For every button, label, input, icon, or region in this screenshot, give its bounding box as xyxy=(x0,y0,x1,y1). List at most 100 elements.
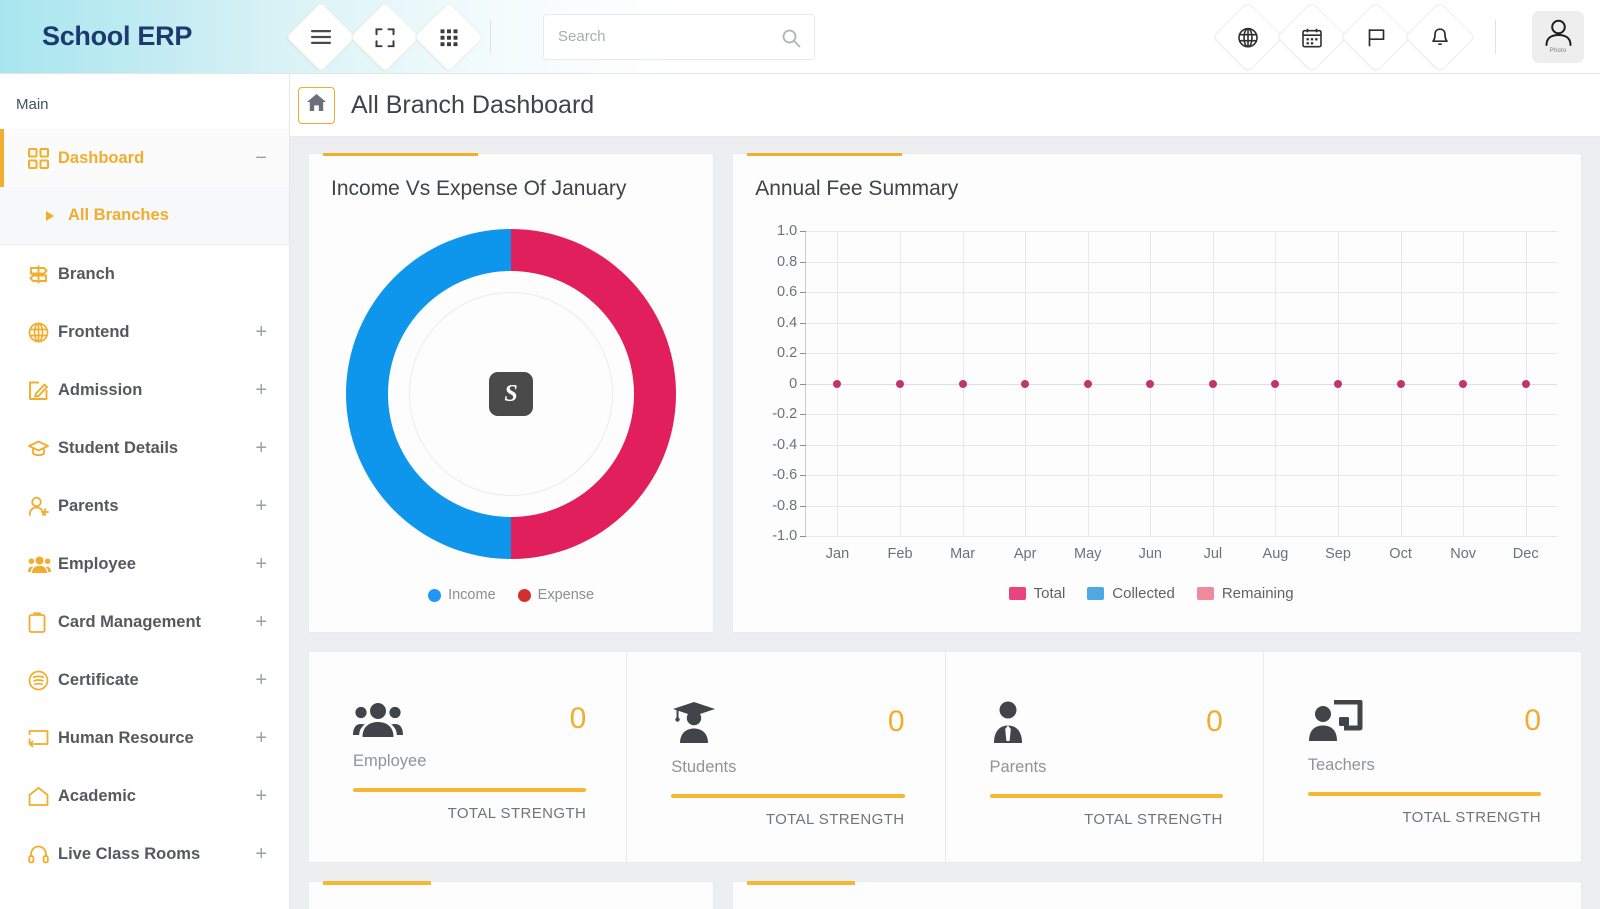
data-point[interactable] xyxy=(833,379,842,388)
sidebar-item-frontend[interactable]: Frontend + xyxy=(0,303,289,361)
sidebar-item-label: Student Details xyxy=(58,438,179,457)
data-point[interactable] xyxy=(1146,379,1155,388)
data-point[interactable] xyxy=(958,379,967,388)
avatar[interactable]: Photo xyxy=(1532,10,1584,63)
sidebar-item-human-resource[interactable]: Human Resource + xyxy=(0,709,289,767)
next-card-left[interactable] xyxy=(308,881,715,909)
sidebar-item-employee[interactable]: Employee + xyxy=(0,535,289,593)
stat-value: 0 xyxy=(887,705,905,738)
fullscreen-button[interactable] xyxy=(349,1,421,72)
data-point[interactable] xyxy=(1521,379,1530,388)
data-point[interactable] xyxy=(1021,379,1030,388)
top-header: School ERP Search Photo xyxy=(0,0,1600,74)
annual-fee-summary-card: Annual Fee Summary 1.0 0.8 0.6 0.4 0.2 0 -0.2 -… xyxy=(732,153,1582,633)
y-axis-tick-label: -1.0 xyxy=(772,528,807,544)
data-point[interactable] xyxy=(1271,379,1280,388)
collapse-toggle-icon[interactable]: + xyxy=(255,670,267,690)
flag-button[interactable] xyxy=(1340,1,1412,72)
legend-label: Remaining xyxy=(1221,585,1294,602)
sidebar-item-admission[interactable]: Admission + xyxy=(0,361,289,419)
data-point[interactable] xyxy=(1459,379,1468,388)
search-input[interactable] xyxy=(544,14,814,59)
sidebar-item-card-management[interactable]: Card Management + xyxy=(0,593,289,651)
legend-item-expense[interactable]: Expense xyxy=(517,587,594,603)
sidebar-item-certificate[interactable]: Certificate + xyxy=(0,651,289,709)
collapse-toggle-icon[interactable]: + xyxy=(255,438,267,458)
legend-item-total[interactable]: Total xyxy=(1008,585,1066,602)
stat-card-students[interactable]: 0 Students TOTAL STRENGTH xyxy=(627,652,946,862)
main-content: All Branch Dashboard Income Vs Expense O… xyxy=(290,74,1600,909)
stat-card-parents[interactable]: 0 Parents TOTAL STRENGTH xyxy=(946,652,1264,862)
avatar-caption: Photo xyxy=(1549,48,1567,54)
collapse-toggle-icon[interactable]: + xyxy=(255,728,267,748)
next-card-right[interactable] xyxy=(732,881,1582,909)
x-axis-tick-label: May xyxy=(1074,546,1102,562)
collapse-toggle-icon[interactable]: + xyxy=(255,496,267,516)
legend-label: Income xyxy=(448,587,496,603)
sidebar-item-all-branches[interactable]: All Branches xyxy=(0,187,289,245)
menu-toggle-button[interactable] xyxy=(285,1,357,72)
collapse-toggle-icon[interactable]: + xyxy=(255,786,267,806)
sidebar-item-parents[interactable]: Parents + xyxy=(0,477,289,535)
gridline-horizontal xyxy=(806,444,1557,446)
sidebar-item-branch[interactable]: Branch xyxy=(0,245,289,303)
y-axis-tick-label: -0.4 xyxy=(772,436,807,453)
collapse-toggle-icon[interactable]: + xyxy=(255,844,267,864)
app-brand-logo: School ERP xyxy=(42,21,193,51)
stat-divider-bar xyxy=(353,788,587,792)
sidebar-item-live-class-rooms[interactable]: Live Class Rooms + xyxy=(0,825,289,883)
gridline-horizontal xyxy=(806,414,1557,415)
stat-sublabel: TOTAL STRENGTH xyxy=(1084,811,1223,828)
bell-icon xyxy=(1430,26,1451,47)
home-icon xyxy=(28,786,58,807)
gridline-horizontal xyxy=(806,353,1557,354)
data-point[interactable] xyxy=(1208,379,1217,388)
language-button[interactable] xyxy=(1212,1,1284,72)
sidebar-item-student-details[interactable]: Student Details + xyxy=(0,419,289,477)
collapse-toggle-icon[interactable]: + xyxy=(255,380,267,400)
plot-area[interactable]: 1.0 0.8 0.6 0.4 0.2 0 -0.2 -0.4 -0.6 -0.8 -1.0 Jan F… xyxy=(772,223,1557,562)
sidebar-item-academic[interactable]: Academic + xyxy=(0,767,289,825)
legend-label: Collected xyxy=(1112,585,1175,602)
collapse-toggle-icon[interactable]: + xyxy=(255,554,267,574)
stat-card-teachers[interactable]: 0 Teachers TOTAL STRENGTH xyxy=(1264,652,1581,862)
calendar-icon xyxy=(1302,26,1323,47)
x-axis-tick-label: Feb xyxy=(887,546,913,562)
app-grid-button[interactable] xyxy=(413,1,485,72)
sidebar-item-dashboard[interactable]: Dashboard − xyxy=(0,129,289,187)
legend-item-remaining[interactable]: Remaining xyxy=(1196,585,1294,602)
data-point[interactable] xyxy=(1083,379,1092,388)
stat-divider-bar xyxy=(671,794,905,798)
annual-fee-summary-title: Annual Fee Summary xyxy=(755,177,959,200)
search-box xyxy=(543,13,815,60)
gridline-horizontal xyxy=(806,292,1557,293)
search-icon[interactable] xyxy=(781,28,801,53)
calendar-button[interactable] xyxy=(1276,1,1348,72)
data-point[interactable] xyxy=(1334,379,1342,388)
charts-row: Income Vs Expense Of January S Income Ex… xyxy=(308,153,1582,633)
x-axis-tick-label: Jun xyxy=(1138,546,1162,562)
collapse-toggle-icon[interactable]: − xyxy=(255,148,267,168)
data-point[interactable] xyxy=(896,379,905,388)
legend-item-income[interactable]: Income xyxy=(428,587,496,603)
stat-card-employee[interactable]: 0 Employee TOTAL STRENGTH xyxy=(309,652,628,862)
dashboard-grid-icon xyxy=(28,147,58,169)
notifications-button[interactable] xyxy=(1404,1,1476,72)
sidebar-item-label: Human Resource xyxy=(58,728,194,747)
stat-sublabel: TOTAL STRENGTH xyxy=(1402,809,1541,826)
home-button[interactable] xyxy=(298,86,335,124)
legend-label: Total xyxy=(1033,585,1066,602)
collapse-toggle-icon[interactable]: + xyxy=(255,612,267,632)
people-icon xyxy=(353,700,403,738)
y-axis-tick-label: -0.8 xyxy=(772,497,807,514)
annual-fee-legend: Total Collected Remaining xyxy=(733,585,1581,602)
stat-label: Employee xyxy=(353,752,427,770)
data-point[interactable] xyxy=(1396,379,1405,388)
header-left-tools xyxy=(285,1,485,72)
stat-top-row: 0 xyxy=(990,700,1223,744)
sidebar-item-label: Certificate xyxy=(58,670,139,689)
sidebar-subitem-label: All Branches xyxy=(68,206,169,224)
legend-item-collected[interactable]: Collected xyxy=(1087,585,1175,602)
stat-label: Teachers xyxy=(1307,756,1375,774)
collapse-toggle-icon[interactable]: + xyxy=(255,322,267,342)
